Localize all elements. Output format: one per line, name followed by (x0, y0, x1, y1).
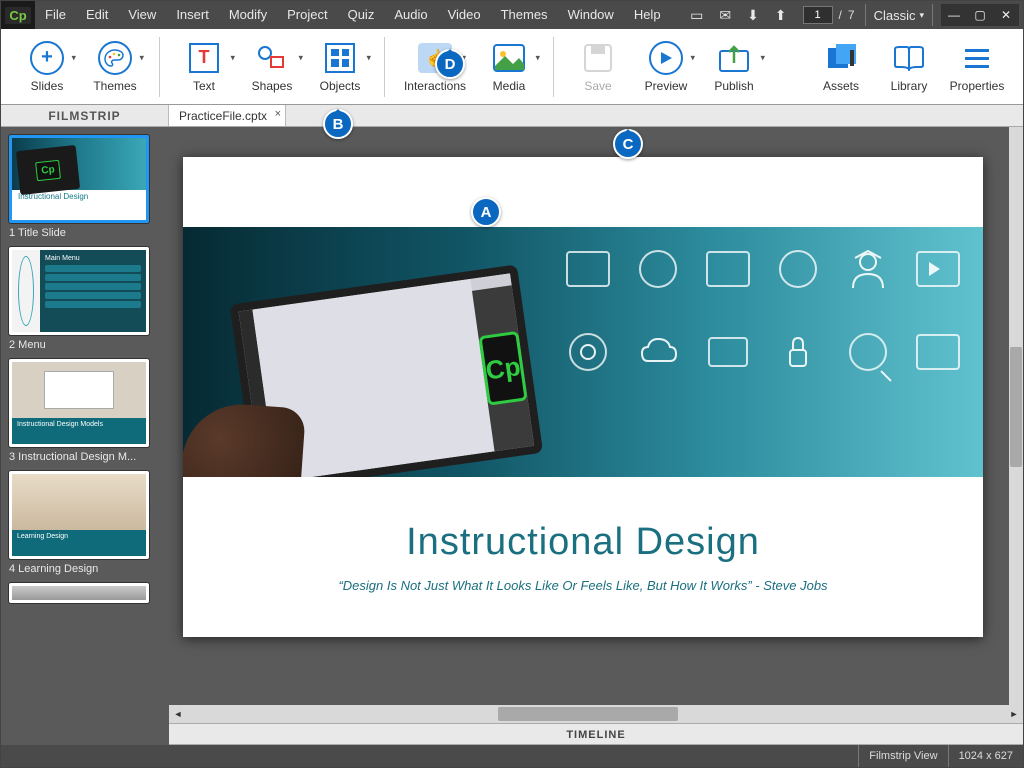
vertical-scrollbar[interactable] (1009, 127, 1023, 705)
workspace-selector[interactable]: Classic▾ (865, 4, 933, 26)
close-tab-icon[interactable]: × (275, 108, 281, 120)
cp-logo-icon: Cp (478, 331, 528, 406)
menu-insert[interactable]: Insert (166, 1, 219, 29)
filmstrip-caption: 2 Menu (9, 339, 169, 351)
media-icon: ▾ (492, 41, 526, 75)
menu-themes[interactable]: Themes (491, 1, 558, 29)
filmstrip-panel[interactable]: Cp Instructional Design 1 Title Slide Ma… (1, 127, 169, 745)
menu-view[interactable]: View (118, 1, 166, 29)
callout-d: D (435, 49, 465, 79)
preview-icon: ▾ (649, 41, 683, 75)
download-icon[interactable]: ⬇ (741, 1, 765, 29)
preview-button[interactable]: ▾ Preview (632, 32, 700, 102)
shapes-icon: ▾ (255, 41, 289, 75)
layout-icon[interactable]: ▭ (684, 1, 709, 29)
slide-quote: “Design Is Not Just What It Looks Like O… (338, 578, 827, 593)
shapes-button[interactable]: ▾ Shapes (238, 32, 306, 102)
filmstrip-caption: 3 Instructional Design M... (9, 451, 169, 463)
horizontal-scrollbar[interactable]: ◄ ► (169, 705, 1023, 723)
properties-button[interactable]: Properties (943, 32, 1011, 102)
slide[interactable]: Cp (183, 157, 983, 637)
library-icon (892, 41, 926, 75)
document-strip: FILMSTRIP PracticeFile.cptx × B (1, 105, 1023, 127)
filmstrip-item-1[interactable]: Cp Instructional Design 1 Title Slide (9, 135, 169, 239)
plus-icon: +▾ (30, 41, 64, 75)
assets-button[interactable]: Assets (807, 32, 875, 102)
stage-canvas[interactable]: Cp (169, 127, 1023, 705)
slide-title: Instructional Design (406, 521, 760, 564)
filmstrip-caption: 4 Learning Design (9, 563, 169, 575)
menu-video[interactable]: Video (438, 1, 491, 29)
callout-c: C (613, 129, 643, 159)
library-button[interactable]: Library (875, 32, 943, 102)
text-icon: T▾ (187, 41, 221, 75)
properties-icon (960, 41, 994, 75)
page-indicator: / 7 (803, 6, 855, 24)
maximize-button[interactable]: ▢ (967, 4, 993, 26)
minimize-button[interactable]: — (941, 4, 967, 26)
stage-area: C Cp (169, 127, 1023, 745)
menu-window[interactable]: Window (558, 1, 624, 29)
page-total: 7 (848, 8, 855, 22)
slides-button[interactable]: +▾ Slides (13, 32, 81, 102)
slide-hero: Cp (183, 227, 983, 477)
filmstrip-header: FILMSTRIP (1, 105, 169, 126)
assets-icon (824, 41, 858, 75)
menu-bar: Cp File Edit View Insert Modify Project … (1, 1, 1023, 29)
filmstrip-item-4[interactable]: Learning Design 4 Learning Design (9, 471, 169, 575)
scroll-right-icon[interactable]: ► (1005, 705, 1023, 723)
callout-a: A (471, 197, 501, 227)
save-icon (581, 41, 615, 75)
menu-file[interactable]: File (35, 1, 76, 29)
palette-icon: ▾ (98, 41, 132, 75)
menu-modify[interactable]: Modify (219, 1, 277, 29)
menu-edit[interactable]: Edit (76, 1, 118, 29)
filmstrip-item-5[interactable] (9, 583, 169, 603)
menu-audio[interactable]: Audio (384, 1, 437, 29)
page-current-input[interactable] (803, 6, 833, 24)
menu-project[interactable]: Project (277, 1, 337, 29)
objects-button[interactable]: ▾ Objects (306, 32, 374, 102)
publish-button[interactable]: ▾ Publish (700, 32, 768, 102)
file-name: PracticeFile.cptx (179, 109, 267, 123)
themes-button[interactable]: ▾ Themes (81, 32, 149, 102)
menu-help[interactable]: Help (624, 1, 671, 29)
objects-icon: ▾ (323, 41, 357, 75)
text-button[interactable]: T▾ Text (170, 32, 238, 102)
window-controls: — ▢ ✕ (941, 4, 1019, 26)
save-button: Save (564, 32, 632, 102)
main-area: Cp Instructional Design 1 Title Slide Ma… (1, 127, 1023, 745)
publish-icon: ▾ (717, 41, 751, 75)
filmstrip-item-3[interactable]: Instructional Design Models 3 Instructio… (9, 359, 169, 463)
status-dimensions: 1024 x 627 (948, 745, 1023, 767)
status-mode: Filmstrip View (858, 745, 947, 767)
app-logo: Cp (1, 1, 35, 29)
mail-icon[interactable]: ✉ (713, 1, 737, 29)
scroll-left-icon[interactable]: ◄ (169, 705, 187, 723)
ribbon-toolbar: +▾ Slides ▾ Themes T▾ Text ▾ Shapes ▾ Ob… (1, 29, 1023, 105)
filmstrip-item-2[interactable]: Main Menu 2 Menu (9, 247, 169, 351)
menu-quiz[interactable]: Quiz (338, 1, 385, 29)
status-bar: Filmstrip View 1024 x 627 (1, 745, 1023, 767)
file-tab[interactable]: PracticeFile.cptx × (169, 105, 286, 126)
callout-b: B (323, 109, 353, 139)
timeline-panel-header[interactable]: TIMELINE (169, 723, 1023, 745)
media-button[interactable]: ▾ Media (475, 32, 543, 102)
upload-icon[interactable]: ⬆ (769, 1, 793, 29)
close-button[interactable]: ✕ (993, 4, 1019, 26)
filmstrip-caption: 1 Title Slide (9, 227, 169, 239)
